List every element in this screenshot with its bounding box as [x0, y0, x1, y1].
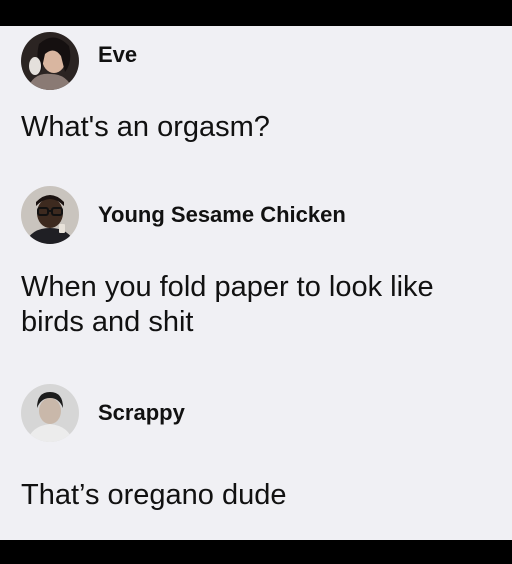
avatar[interactable] — [21, 32, 79, 90]
author-name[interactable]: Eve — [98, 42, 137, 68]
child-portrait-icon — [21, 384, 79, 442]
avatar[interactable] — [21, 186, 79, 244]
comment-text: When you fold paper to look like birds a… — [21, 271, 434, 338]
screenshot-frame: Eve What's an orgasm? Young Sesame Chick… — [0, 0, 512, 564]
woman-portrait-icon — [21, 32, 79, 90]
comment-text: That’s oregano dude — [21, 479, 287, 511]
avatar[interactable] — [21, 384, 79, 442]
author-name[interactable]: Young Sesame Chicken — [98, 202, 346, 228]
comment-thread: Eve What's an orgasm? Young Sesame Chick… — [0, 26, 512, 540]
comment-text: What's an orgasm? — [21, 111, 270, 143]
author-name[interactable]: Scrappy — [98, 400, 185, 426]
man-with-glasses-icon — [21, 186, 79, 244]
